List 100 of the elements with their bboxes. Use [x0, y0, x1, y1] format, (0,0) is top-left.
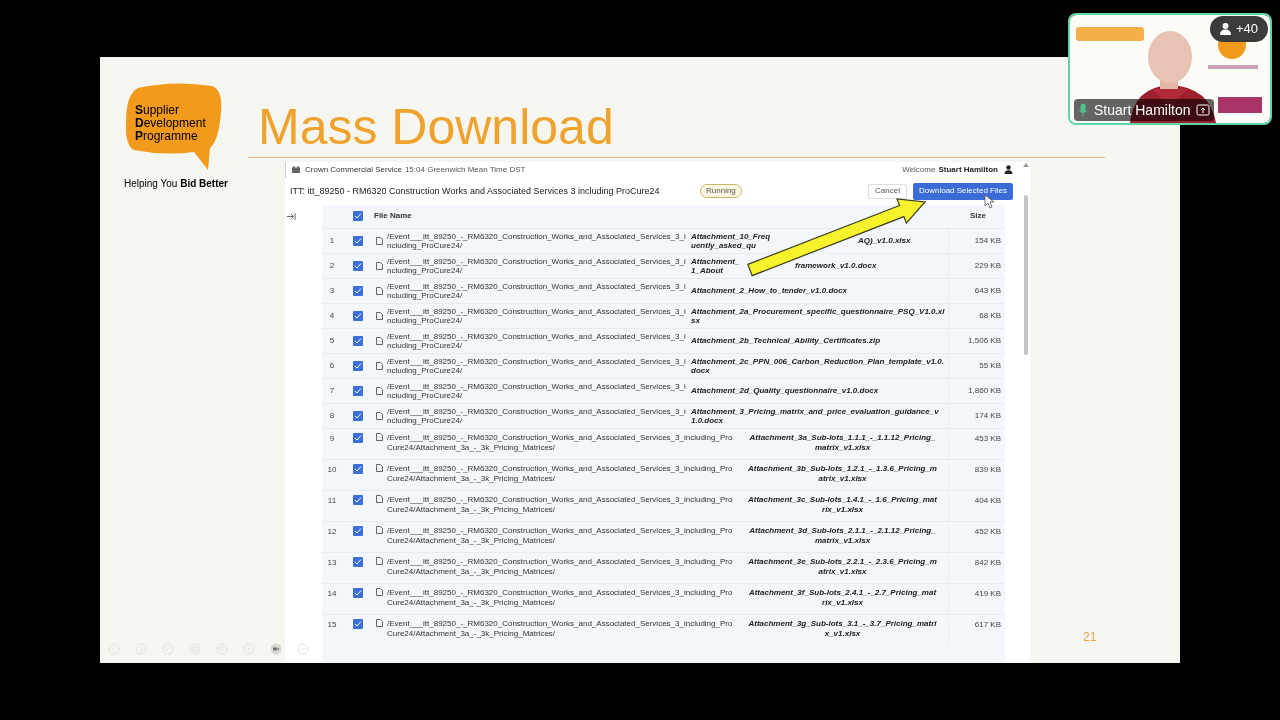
row-number: 6: [328, 359, 336, 372]
itt-title: ITT: itt_89250 - RM6320 Construction Works and Associated Services 3 including ProCure24: [290, 184, 661, 198]
file-path: /Event___itt_89250_-_RM6320_Construction_Works_and_Associated_Services_3_including_ProCure24/Attachment_3a_-_3k_Pricing_Matrices/: [387, 556, 734, 577]
checkbox[interactable]: [353, 211, 363, 222]
participant-name: Stuart Hamilton: [1094, 100, 1191, 120]
page-number: 21: [1083, 629, 1097, 646]
file-size: 174 KB: [974, 409, 1001, 422]
file-size: 842 KB: [974, 556, 1001, 569]
file-path: /Event___itt_89250_-_RM6320_Construction_Works_and_Associated_Services_3_including_ProCure24/: [387, 256, 687, 275]
file-size: 229 KB: [974, 259, 1001, 272]
file-size: 419 KB: [974, 587, 1001, 600]
row-number: 13: [326, 556, 338, 569]
file-name: AQ)_v1.0.xlsx: [858, 236, 911, 246]
row-number: 4: [328, 309, 336, 322]
checkbox[interactable]: [353, 618, 363, 629]
checkbox[interactable]: [353, 556, 363, 567]
file-name: Attachment_2_How_to_tender_v1.0.docx: [691, 286, 849, 296]
checkbox[interactable]: [353, 310, 363, 321]
person-icon: [1219, 23, 1231, 35]
checkbox[interactable]: [353, 385, 363, 396]
file-name: Attachment_3_Pricing_matrix_and_price_evaluation_guidance_v1.0.docx: [691, 406, 940, 425]
file-path: /Event___itt_89250_-_RM6320_Construction_Works_and_Associated_Services_3_including_ProCure24/Attachment_3a_-_3k_Pricing_Matrices/: [387, 525, 734, 546]
file-size: 1,860 KB: [968, 384, 1001, 397]
row-number: 7: [328, 384, 336, 397]
welcome-label: Welcome: [902, 163, 936, 176]
file-icon: [376, 432, 383, 441]
file-size: 68 KB: [979, 309, 1001, 322]
checkbox[interactable]: [353, 285, 363, 296]
user-icon[interactable]: [1004, 165, 1013, 175]
file-size: 1,506 KB: [968, 334, 1001, 347]
file-name: Attachment_2b_Technical_Ability_Certificates.zip: [691, 336, 882, 346]
file-icon: [376, 525, 383, 534]
checkbox[interactable]: [353, 463, 363, 474]
file-path: /Event___itt_89250_-_RM6320_Construction_Works_and_Associated_Services_3_including_ProCure24/: [387, 306, 687, 325]
checkbox[interactable]: [353, 587, 363, 598]
column-header: Size: [969, 210, 987, 223]
checkbox[interactable]: [353, 432, 363, 443]
cancel-button[interactable]: Cancel: [868, 183, 907, 199]
file-size: 617 KB: [974, 618, 1001, 631]
checkbox[interactable]: [353, 494, 363, 505]
row-number: 2: [328, 259, 336, 272]
file-icon: [376, 336, 383, 345]
file-name: framework_v1.0.docx: [795, 261, 877, 271]
file-path: /Event___itt_89250_-_RM6320_Construction_Works_and_Associated_Services_3_including_ProCure24/: [387, 281, 687, 300]
logo-tagline: Helping You Bid Better: [124, 177, 229, 191]
file-icon: [376, 286, 383, 295]
expand-icon[interactable]: [287, 212, 296, 220]
file-path: /Event___itt_89250_-_RM6320_Construction_Works_and_Associated_Services_3_including_ProCure24/: [387, 356, 687, 375]
download-button[interactable]: Download Selected Files: [912, 182, 1013, 200]
file-icon: [376, 361, 383, 370]
video-camera-icon: [270, 643, 282, 655]
file-icon: [376, 386, 383, 395]
brand-name: Crown Commercial Service: [305, 163, 402, 176]
file-icon: [376, 587, 383, 596]
checkbox[interactable]: [353, 410, 363, 421]
file-name: Attachment_2c_PPN_006_Carbon_Reduction_Plan_template_v1.0.docx: [691, 356, 945, 375]
file-icon: [376, 236, 383, 245]
file-size: 55 KB: [979, 359, 1001, 372]
participant-count[interactable]: +40: [1209, 16, 1268, 42]
scroll-up-icon[interactable]: [1023, 161, 1029, 167]
file-name: Attachment_1_About: [691, 256, 741, 275]
row-number: 14: [326, 587, 338, 600]
checkbox[interactable]: [353, 360, 363, 371]
file-name: Attachment_10_Frequently_asked_qu: [691, 231, 772, 250]
microphone-icon: [1078, 103, 1088, 117]
row-number: 9: [328, 432, 336, 445]
row-number: 5: [328, 334, 336, 347]
file-icon: [376, 618, 383, 627]
checkbox[interactable]: [353, 335, 363, 346]
row-number: 1: [328, 234, 336, 247]
file-path: /Event___itt_89250_-_RM6320_Construction_Works_and_Associated_Services_3_including_ProCure24/Attachment_3a_-_3k_Pricing_Matrices/: [387, 432, 734, 453]
status-badge: Running: [700, 184, 742, 199]
file-path: /Event___itt_89250_-_RM6320_Construction_Works_and_Associated_Services_3_including_ProCure24/Attachment_3a_-_3k_Pricing_Matrices/: [387, 587, 734, 608]
file-size: 453 KB: [974, 432, 1001, 445]
file-icon: [376, 556, 383, 565]
column-header: File Name: [374, 210, 413, 223]
file-icon: [376, 261, 383, 270]
file-name: Attachment_2d_Quality_questionnaire_v1.0.docx: [691, 386, 880, 396]
scrollbar-thumb[interactable]: [1024, 194, 1028, 355]
file-name: Attachment_3e_Sub-lots_2.2.1_-_2.3.6_Pricing_matrix_v1.xlsx: [747, 556, 938, 577]
file-path: /Event___itt_89250_-_RM6320_Construction_Works_and_Associated_Services_3_including_ProCure24/: [387, 331, 687, 350]
file-path: /Event___itt_89250_-_RM6320_Construction_Works_and_Associated_Services_3_including_ProCure24/Attachment_3a_-_3k_Pricing_Matrices/: [387, 618, 734, 639]
file-name: Attachment_3a_Sub-lots_1.1.1_-_1.1.12_Pricing_matrix_v1.xlsx: [748, 432, 937, 453]
file-size: 452 KB: [974, 525, 1001, 538]
checkbox[interactable]: [353, 235, 363, 246]
user-name: Stuart Hamilton: [938, 163, 998, 176]
file-path: /Event___itt_89250_-_RM6320_Construction_Works_and_Associated_Services_3_including_ProCure24/Attachment_3a_-_3k_Pricing_Matrices/: [387, 463, 734, 484]
file-name: Attachment_3b_Sub-lots_1.2.1_-_1.3.6_Pricing_matrix_v1.xlsx: [747, 463, 938, 484]
file-size: 643 KB: [974, 284, 1001, 297]
row-number: 10: [326, 463, 338, 476]
file-size: 839 KB: [974, 463, 1001, 476]
file-icon: [376, 463, 383, 472]
file-name: Attachment_3f_Sub-lots_2.4.1_-_2.7_Pricing_matrix_v1.xlsx: [747, 587, 938, 608]
file-size: 154 KB: [974, 234, 1001, 247]
file-icon: [376, 311, 383, 320]
crest-icon: [291, 165, 301, 175]
row-number: 15: [326, 618, 338, 631]
checkbox[interactable]: [353, 525, 363, 536]
checkbox[interactable]: [353, 260, 363, 271]
share-screen-icon[interactable]: [1196, 104, 1211, 116]
